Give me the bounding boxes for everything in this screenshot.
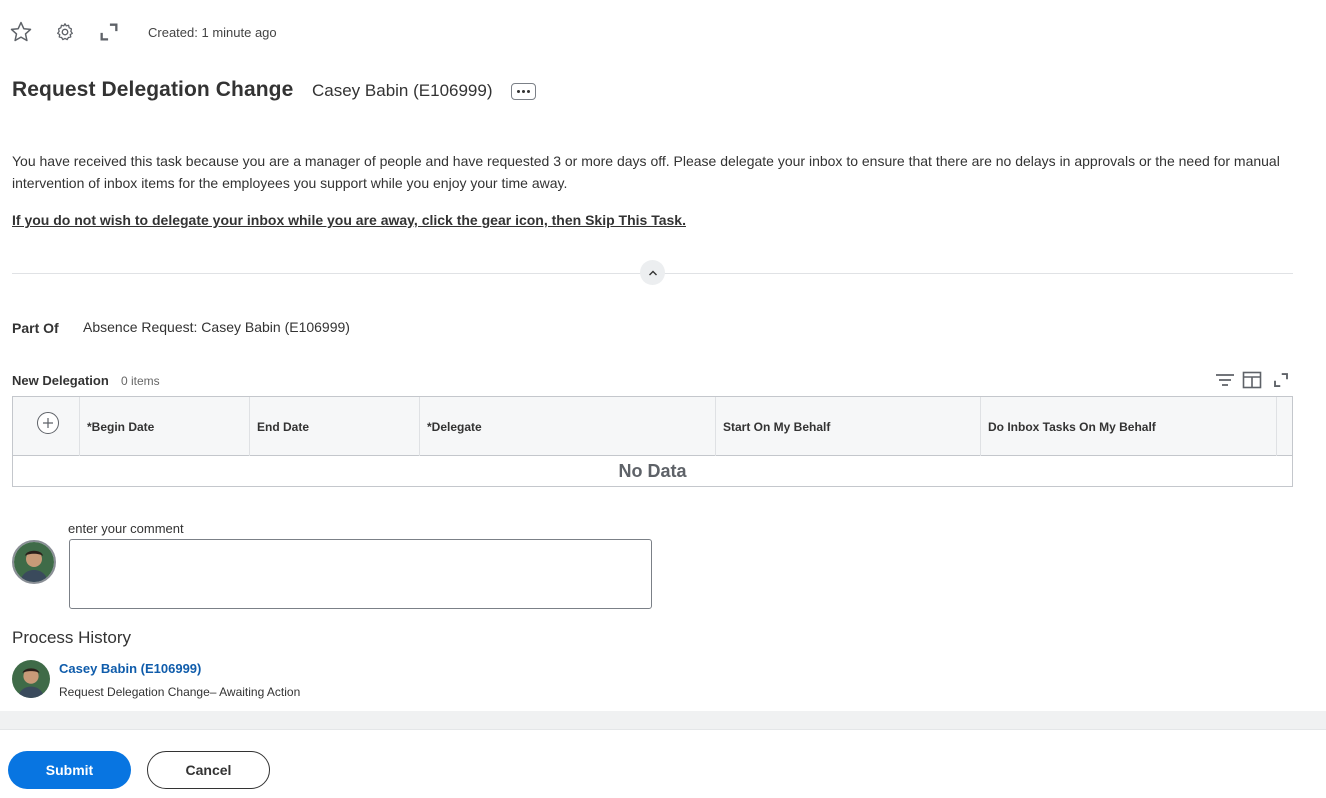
part-of-label: Part Of bbox=[12, 320, 59, 336]
collapse-button[interactable] bbox=[640, 260, 665, 285]
filter-icon[interactable] bbox=[1215, 370, 1235, 390]
user-avatar bbox=[12, 540, 56, 584]
history-entry-status: Request Delegation Change– Awaiting Acti… bbox=[59, 685, 301, 699]
instructions-text: You have received this task because you … bbox=[12, 153, 1280, 191]
footer-divider bbox=[0, 729, 1326, 730]
column-header-start-on-behalf[interactable]: Start On My Behalf bbox=[716, 397, 981, 456]
add-column bbox=[13, 397, 80, 456]
plus-icon bbox=[43, 418, 53, 428]
worker-name: Casey Babin (E106999) bbox=[312, 81, 493, 100]
comment-label: enter your comment bbox=[68, 521, 184, 536]
column-header-begin-date[interactable]: *Begin Date bbox=[80, 397, 250, 456]
process-history-title: Process History bbox=[12, 628, 132, 647]
add-row-button[interactable] bbox=[37, 412, 59, 434]
footer-band bbox=[0, 711, 1326, 729]
skip-task-note: If you do not wish to delegate your inbo… bbox=[12, 212, 686, 228]
cancel-button[interactable]: Cancel bbox=[147, 751, 270, 789]
columns-icon[interactable] bbox=[1242, 370, 1262, 390]
grid-item-count: 0 items bbox=[121, 374, 160, 388]
page-title: Request Delegation Change bbox=[12, 78, 294, 101]
history-avatar bbox=[12, 660, 50, 698]
history-entry-name[interactable]: Casey Babin (E106999) bbox=[59, 661, 201, 676]
related-actions-button[interactable] bbox=[511, 83, 536, 100]
star-icon[interactable] bbox=[9, 20, 33, 44]
comment-input[interactable] bbox=[69, 539, 652, 609]
no-data-message: No Data bbox=[618, 461, 687, 481]
chevron-up-icon bbox=[648, 270, 657, 275]
column-header-inbox-tasks[interactable]: Do Inbox Tasks On My Behalf bbox=[981, 397, 1277, 456]
column-header-delegate[interactable]: *Delegate bbox=[420, 397, 716, 456]
expand-icon[interactable] bbox=[97, 20, 121, 44]
created-timestamp: Created: 1 minute ago bbox=[148, 25, 277, 40]
submit-button[interactable]: Submit bbox=[8, 751, 131, 789]
fullscreen-icon[interactable] bbox=[1271, 370, 1291, 390]
gear-icon[interactable] bbox=[53, 20, 77, 44]
part-of-value: Absence Request: Casey Babin (E106999) bbox=[83, 319, 350, 335]
delegation-grid: *Begin Date End Date *Delegate Start On … bbox=[12, 396, 1293, 487]
grid-title: New Delegation bbox=[12, 373, 109, 388]
grid-header: *Begin Date End Date *Delegate Start On … bbox=[13, 397, 1292, 456]
more-horizontal-icon bbox=[517, 90, 520, 93]
column-header-end-date[interactable]: End Date bbox=[250, 397, 420, 456]
